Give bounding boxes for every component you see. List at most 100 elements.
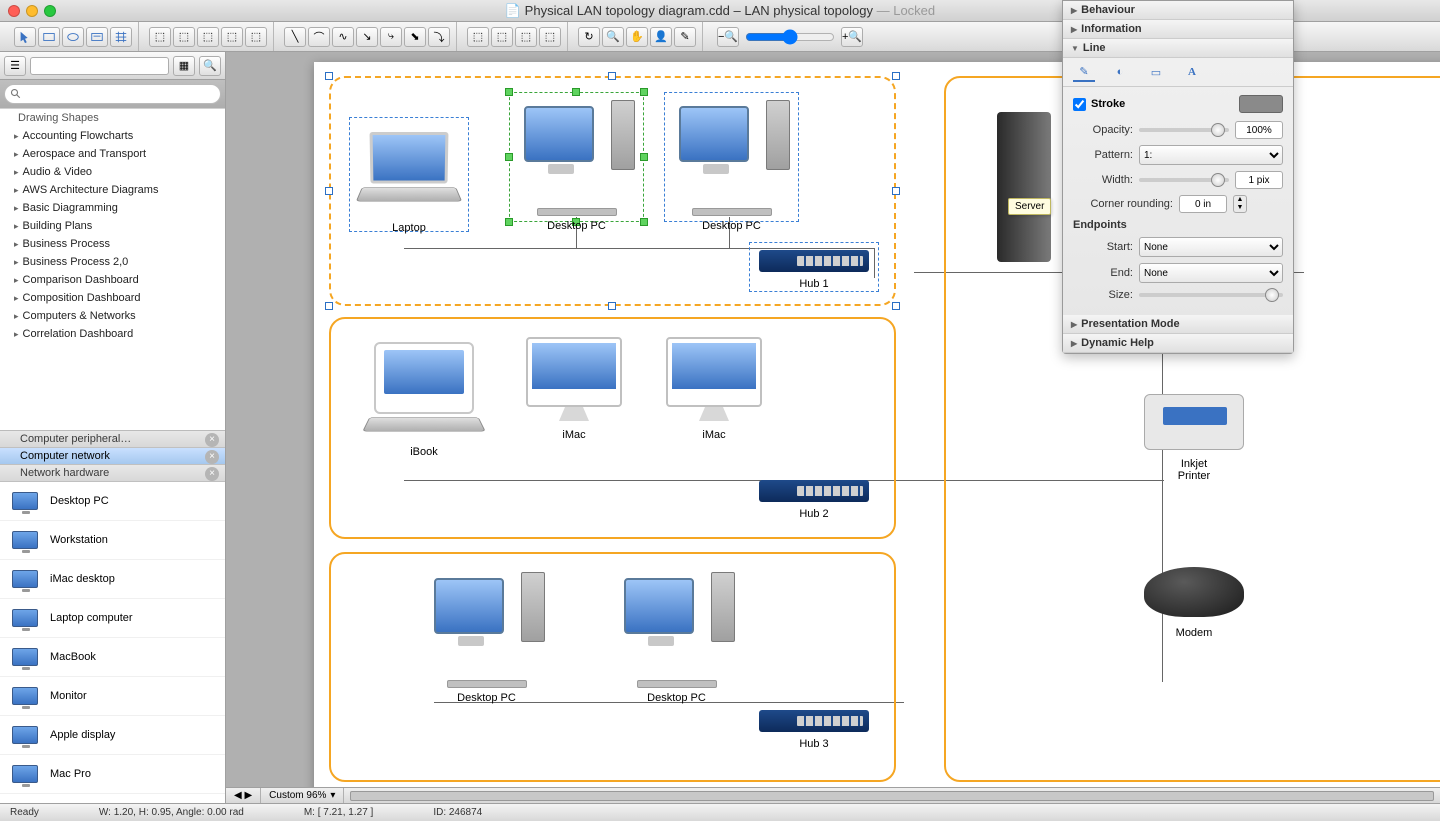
library-item[interactable]: Business Process bbox=[0, 235, 225, 253]
fill-tab[interactable]: ▭ bbox=[1145, 62, 1167, 82]
library-item[interactable]: Computers & Networks bbox=[0, 307, 225, 325]
shape-palette-item[interactable]: Monitor bbox=[0, 677, 225, 716]
shape-palette-item[interactable]: Mac Pro bbox=[0, 755, 225, 794]
library-item[interactable]: Audio & Video bbox=[0, 163, 225, 181]
shape-desktop-pc[interactable]: Desktop PC bbox=[669, 100, 794, 232]
connector3-tool[interactable]: ⬊ bbox=[404, 27, 426, 47]
pattern-select[interactable]: 1: bbox=[1139, 145, 1283, 165]
pen-tool[interactable]: ✎ bbox=[674, 27, 696, 47]
zoom-window-button[interactable] bbox=[44, 5, 56, 17]
selection-handle[interactable] bbox=[608, 72, 616, 80]
connector2-tool[interactable]: ⤷ bbox=[380, 27, 402, 47]
pointer-tool[interactable] bbox=[14, 27, 36, 47]
stepper[interactable]: ▲▼ bbox=[1233, 195, 1247, 213]
shape-palette-item[interactable]: iPhone 4 bbox=[0, 794, 225, 803]
selection-handle[interactable] bbox=[505, 218, 513, 226]
shape-hub[interactable]: Hub 2 bbox=[754, 480, 874, 520]
selection-handle[interactable] bbox=[608, 302, 616, 310]
library-item[interactable]: Comparison Dashboard bbox=[0, 271, 225, 289]
open-lib-peripheral[interactable]: Computer peripheral…× bbox=[0, 431, 225, 448]
shape-palette-item[interactable]: MacBook bbox=[0, 638, 225, 677]
size-slider[interactable]: .sld.size::after{left:4px;right:auto} bbox=[1139, 293, 1283, 297]
zoom-out-button[interactable]: −🔍 bbox=[717, 27, 739, 47]
shape-hub[interactable]: Hub 3 bbox=[754, 710, 874, 750]
shape-hub[interactable]: Hub 1 bbox=[754, 250, 874, 290]
close-window-button[interactable] bbox=[8, 5, 20, 17]
align-left-tool[interactable]: ⬚ bbox=[149, 27, 171, 47]
shape-desktop-pc[interactable]: Desktop PC bbox=[514, 100, 639, 232]
selection-handle[interactable] bbox=[892, 302, 900, 310]
open-lib-network[interactable]: Computer network× bbox=[0, 448, 225, 465]
line-tool[interactable]: ╲ bbox=[284, 27, 306, 47]
zoom-dropdown[interactable]: Custom 96% ▾ bbox=[261, 788, 344, 803]
opacity-slider[interactable] bbox=[1139, 128, 1229, 132]
selection-handle[interactable] bbox=[325, 302, 333, 310]
selection-handle[interactable] bbox=[572, 88, 580, 96]
section-line[interactable]: ▼Line bbox=[1063, 39, 1293, 58]
align-right-tool[interactable]: ⬚ bbox=[197, 27, 219, 47]
zoom-slider[interactable] bbox=[745, 29, 835, 45]
shape-laptop[interactable]: Laptop bbox=[354, 132, 464, 234]
connector4-tool[interactable]: ⤵ bbox=[428, 27, 450, 47]
selection-handle[interactable] bbox=[640, 88, 648, 96]
shape-imac[interactable]: iMac bbox=[654, 337, 774, 441]
library-item[interactable]: AWS Architecture Diagrams bbox=[0, 181, 225, 199]
selection-handle[interactable] bbox=[505, 88, 513, 96]
stroke-color-well[interactable] bbox=[1239, 95, 1283, 113]
stroke-tab[interactable]: ✎ bbox=[1073, 62, 1095, 82]
shape-desktop-pc[interactable]: Desktop PC bbox=[614, 572, 739, 704]
search-tab[interactable]: 🔍 bbox=[199, 56, 221, 76]
inspector-panel[interactable]: ▶Behaviour ▶Information ▼Line ✎ ◐ ▭ A St… bbox=[1062, 0, 1294, 354]
hand-tool[interactable]: ✋ bbox=[626, 27, 648, 47]
width-input[interactable] bbox=[1235, 171, 1283, 189]
refresh-tool[interactable]: ↻ bbox=[578, 27, 600, 47]
end-select[interactable]: None bbox=[1139, 263, 1283, 283]
sidebar-filter-input[interactable] bbox=[30, 57, 169, 75]
shape-printer[interactable]: Inkjet Printer bbox=[1134, 394, 1254, 482]
library-item[interactable]: Composition Dashboard bbox=[0, 289, 225, 307]
shape-palette-item[interactable]: Laptop computer bbox=[0, 599, 225, 638]
shape-imac[interactable]: iMac bbox=[514, 337, 634, 441]
zoom-tool[interactable]: 🔍 bbox=[602, 27, 624, 47]
text-tool[interactable] bbox=[86, 27, 108, 47]
selection-handle[interactable] bbox=[640, 153, 648, 161]
zoom-in-button[interactable]: +🔍 bbox=[841, 27, 863, 47]
page-nav[interactable]: ◀ ▶ bbox=[226, 788, 261, 803]
selection-handle[interactable] bbox=[892, 72, 900, 80]
library-item[interactable]: Correlation Dashboard bbox=[0, 325, 225, 343]
shape-palette-item[interactable]: Apple display bbox=[0, 716, 225, 755]
shape-palette[interactable]: Desktop PCWorkstationiMac desktopLaptop … bbox=[0, 482, 225, 803]
library-item[interactable]: Building Plans bbox=[0, 217, 225, 235]
grid-view-tab[interactable]: ▦ bbox=[173, 56, 195, 76]
section-behaviour[interactable]: ▶Behaviour bbox=[1063, 1, 1293, 20]
close-icon[interactable]: × bbox=[205, 467, 219, 481]
ungroup-tool[interactable]: ⬚ bbox=[491, 27, 513, 47]
selection-handle[interactable] bbox=[505, 153, 513, 161]
distribute-v-tool[interactable]: ⬚ bbox=[245, 27, 267, 47]
horizontal-scrollbar[interactable] bbox=[350, 791, 1434, 801]
library-search-input[interactable] bbox=[4, 84, 221, 104]
tree-view-tab[interactable]: ☰ bbox=[4, 56, 26, 76]
library-item[interactable]: Aerospace and Transport bbox=[0, 145, 225, 163]
open-lib-hardware[interactable]: Network hardware× bbox=[0, 465, 225, 482]
shape-palette-item[interactable]: Desktop PC bbox=[0, 482, 225, 521]
section-dynamic-help[interactable]: ▶Dynamic Help bbox=[1063, 334, 1293, 353]
curve-tool[interactable]: ∿ bbox=[332, 27, 354, 47]
corner-input[interactable] bbox=[1179, 195, 1227, 213]
minimize-window-button[interactable] bbox=[26, 5, 38, 17]
grid-tool[interactable] bbox=[110, 27, 132, 47]
distribute-h-tool[interactable]: ⬚ bbox=[221, 27, 243, 47]
lock-tool[interactable]: ⬚ bbox=[515, 27, 537, 47]
close-icon[interactable]: × bbox=[205, 433, 219, 447]
actor-tool[interactable]: 👤 bbox=[650, 27, 672, 47]
connector1-tool[interactable]: ↘ bbox=[356, 27, 378, 47]
shadow-tab[interactable]: ◐ bbox=[1109, 62, 1131, 82]
shape-palette-item[interactable]: Workstation bbox=[0, 521, 225, 560]
library-item[interactable]: Business Process 2,0 bbox=[0, 253, 225, 271]
stroke-checkbox[interactable] bbox=[1073, 98, 1086, 111]
start-select[interactable]: None bbox=[1139, 237, 1283, 257]
selection-handle[interactable] bbox=[640, 218, 648, 226]
library-item[interactable]: Basic Diagramming bbox=[0, 199, 225, 217]
width-slider[interactable] bbox=[1139, 178, 1229, 182]
align-center-tool[interactable]: ⬚ bbox=[173, 27, 195, 47]
